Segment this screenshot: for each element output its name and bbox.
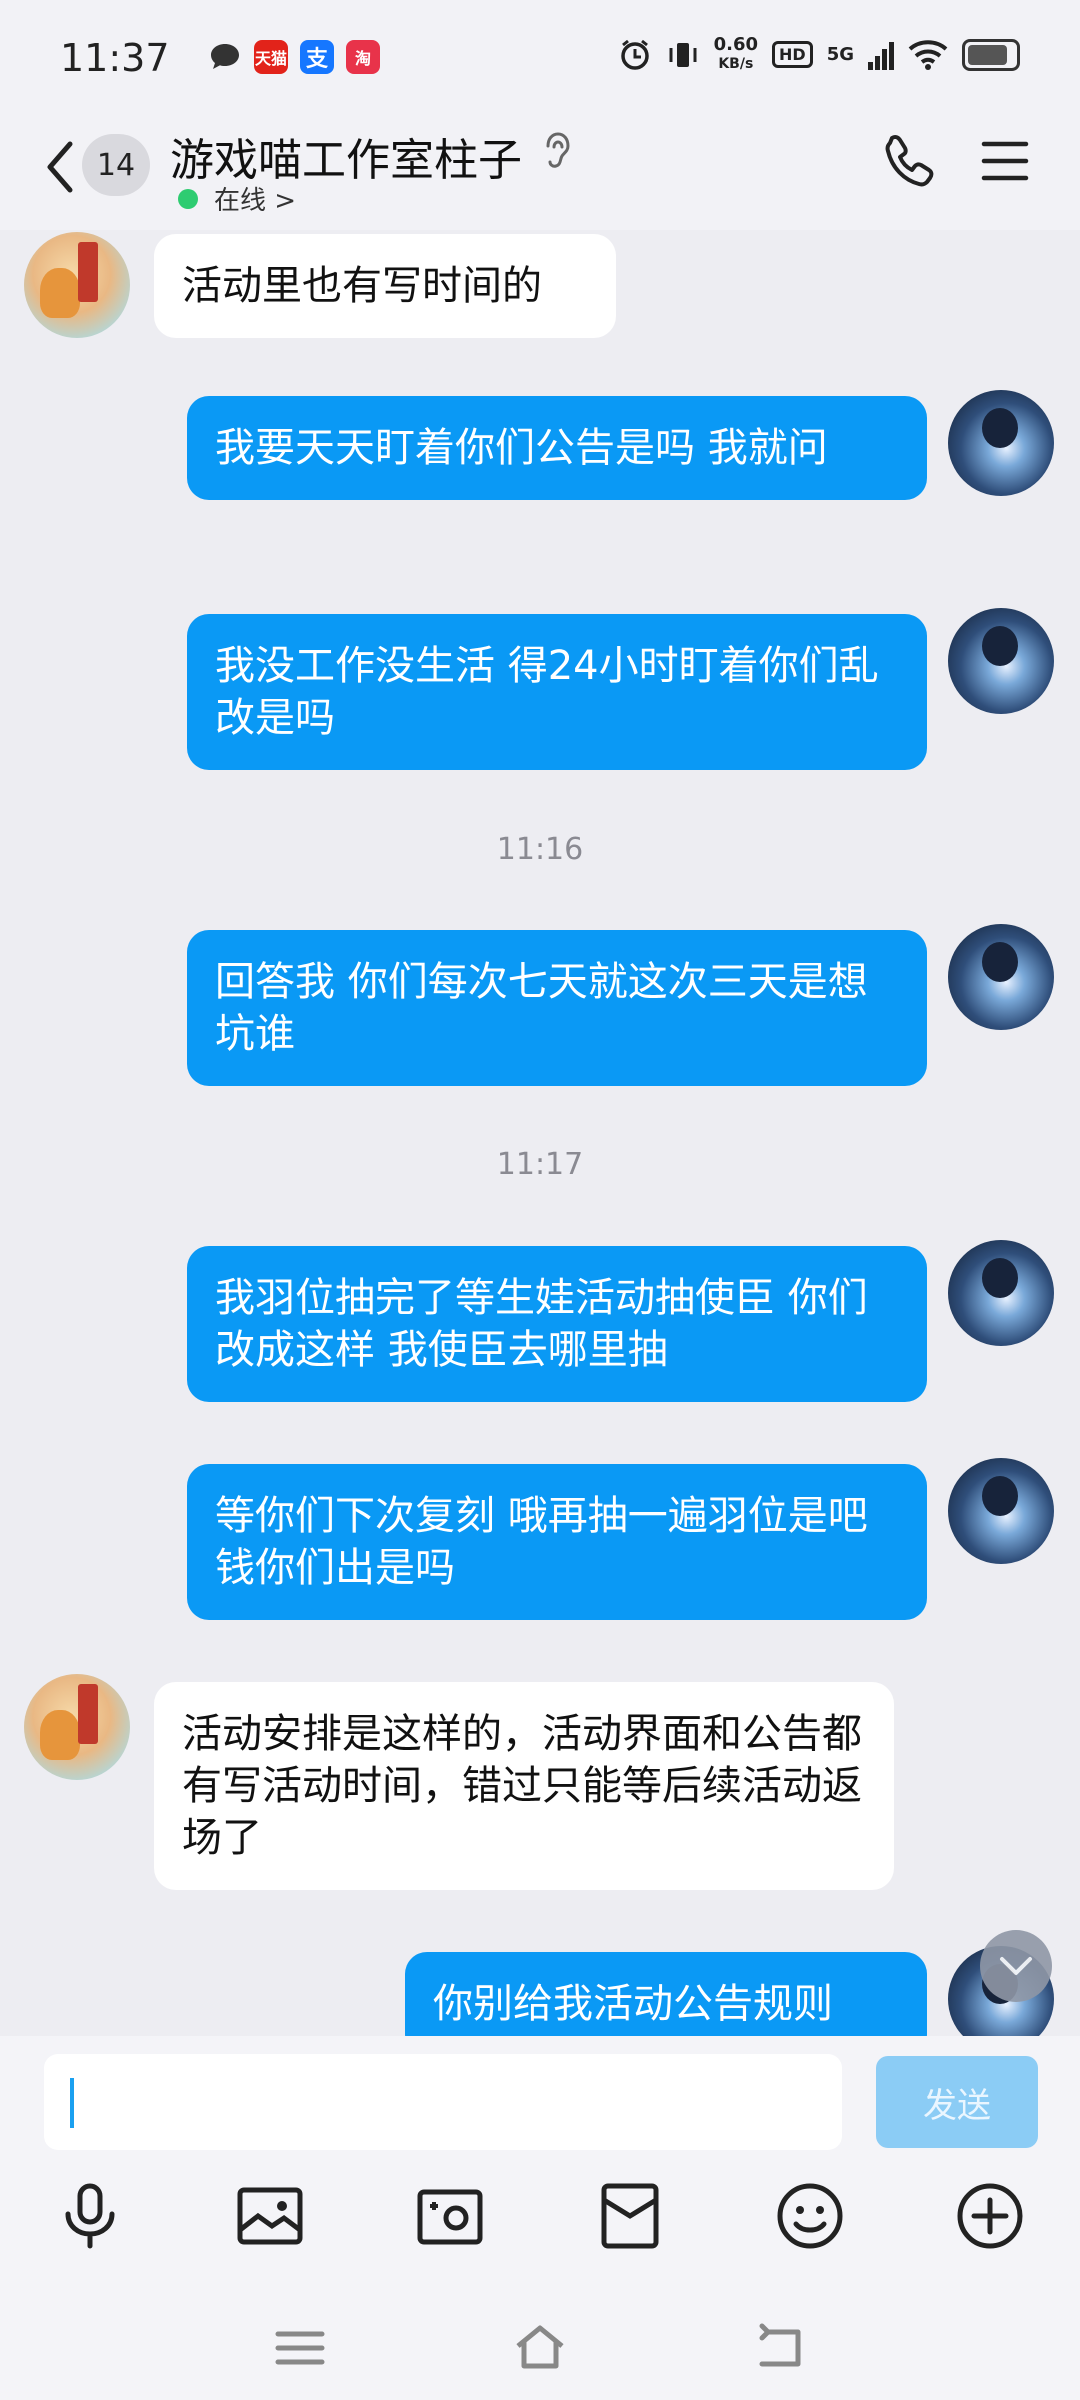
message-timestamp: 11:17 — [496, 1147, 584, 1182]
network-type: 5G — [826, 44, 854, 65]
ear-icon — [546, 132, 570, 168]
message-bubble-incoming[interactable]: 活动安排是这样的，活动界面和公告都有写活动时间，错过只能等后续活动返场了 — [154, 1682, 894, 1890]
contact-avatar[interactable] — [24, 232, 130, 338]
net-speed: 0.60 KB/s — [713, 34, 759, 73]
contact-avatar[interactable] — [24, 1674, 130, 1780]
alipay-icon: 支 — [300, 40, 334, 74]
user-avatar[interactable] — [948, 1240, 1054, 1346]
hd-badge: HD — [772, 41, 813, 68]
online-status[interactable]: 在线 > — [178, 180, 296, 217]
message-bubble-outgoing[interactable]: 等你们下次复刻 哦再抽一遍羽位是吧 钱你们出是吗 — [187, 1464, 927, 1620]
chat-header: 14 游戏喵工作室柱子 在线 > — [0, 112, 1080, 230]
alarm-icon — [620, 39, 649, 70]
message-bubble-outgoing[interactable]: 回答我 你们每次七天就这次三天是想坑谁 — [187, 930, 927, 1086]
battery-icon — [962, 38, 1020, 71]
recent-apps-icon[interactable] — [272, 2320, 328, 2376]
unread-count-badge[interactable]: 14 — [82, 134, 150, 196]
user-avatar[interactable] — [948, 608, 1054, 714]
wifi-icon — [908, 39, 948, 70]
system-nav-bar — [0, 2300, 1080, 2400]
system-icons: 0.60 KB/s HD 5G — [618, 36, 1020, 73]
message-input[interactable] — [44, 2054, 842, 2150]
status-time: 11:37 — [60, 36, 170, 80]
emoji-icon[interactable] — [774, 2180, 846, 2252]
message-bubble-outgoing[interactable]: 我羽位抽完了等生娃活动抽使臣 你们改成这样 我使臣去哪里抽 — [187, 1246, 927, 1402]
back-arrow-icon[interactable] — [36, 132, 86, 202]
message-icon — [211, 44, 239, 69]
status-bar: 11:37 天猫 支 淘 0.60 KB/s HD 5G — [0, 0, 1080, 112]
contact-name[interactable]: 游戏喵工作室柱子 — [170, 124, 522, 188]
red-packet-icon[interactable] — [594, 2180, 666, 2252]
composer-toolbar — [0, 2180, 1080, 2280]
user-avatar[interactable] — [948, 1458, 1054, 1564]
vibrate-icon — [669, 42, 697, 67]
online-status-label: 在线 > — [214, 186, 297, 216]
scroll-to-bottom-button[interactable] — [980, 1930, 1052, 2002]
message-bubble-outgoing[interactable]: 你别给我活动公告规则 — [405, 1952, 927, 2036]
taobao-icon: 淘 — [346, 40, 380, 74]
chevron-down-icon — [1000, 1957, 1032, 1975]
online-dot-icon — [178, 188, 198, 209]
notification-icons: 天猫 支 淘 — [208, 40, 380, 74]
message-list[interactable]: 活动里也有写时间的 我要天天盯着你们公告是吗 我就问 我没工作没生活 得24小时… — [0, 230, 1080, 2036]
microphone-icon[interactable] — [54, 2180, 126, 2252]
message-bubble-incoming[interactable]: 活动里也有写时间的 — [154, 234, 616, 338]
signal-icon — [868, 41, 894, 70]
message-timestamp: 11:16 — [496, 832, 584, 867]
message-bubble-outgoing[interactable]: 我没工作没生活 得24小时盯着你们乱改是吗 — [187, 614, 927, 770]
phone-icon[interactable] — [880, 132, 940, 192]
menu-icon[interactable] — [980, 136, 1030, 186]
composer: 发送 — [0, 2036, 1080, 2400]
plus-icon[interactable] — [954, 2180, 1026, 2252]
send-button[interactable]: 发送 — [876, 2056, 1038, 2148]
message-bubble-outgoing[interactable]: 我要天天盯着你们公告是吗 我就问 — [187, 396, 927, 500]
back-icon[interactable] — [752, 2320, 808, 2376]
camera-icon[interactable] — [414, 2180, 486, 2252]
home-icon[interactable] — [512, 2320, 568, 2376]
image-icon[interactable] — [234, 2180, 306, 2252]
tmall-icon: 天猫 — [254, 40, 288, 74]
user-avatar[interactable] — [948, 924, 1054, 1030]
text-cursor — [70, 2078, 74, 2128]
user-avatar[interactable] — [948, 390, 1054, 496]
